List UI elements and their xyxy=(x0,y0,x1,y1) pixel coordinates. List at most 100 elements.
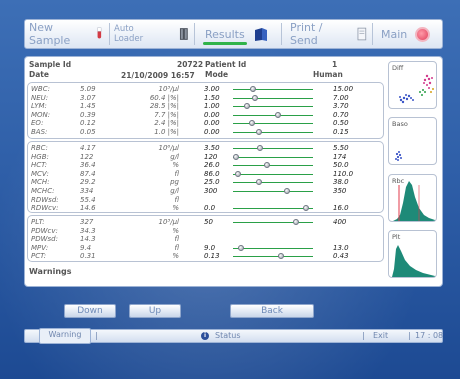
parameter-unit: 1.0 |%| xyxy=(154,128,179,136)
reference-high: 174 xyxy=(333,152,347,161)
date-value: 21/10/2009 16:57 xyxy=(121,71,195,80)
diff-scattergram-thumbnail[interactable]: Diff xyxy=(388,61,437,109)
reference-high: 0.70 xyxy=(333,110,349,119)
parameter-value: 3.07 xyxy=(80,93,96,102)
results-button[interactable]: Results xyxy=(195,20,281,48)
parameter-unit: fl xyxy=(174,243,179,252)
parameter-value: 87.4 xyxy=(80,169,96,178)
parameter-unit: 2.4 |%| xyxy=(154,119,179,128)
stop-icon xyxy=(415,26,431,42)
reference-low: 300 xyxy=(204,187,218,195)
main-label: Main xyxy=(381,27,408,41)
reference-low: 1.50 xyxy=(204,93,220,102)
clock: 17 : 08 xyxy=(415,331,444,340)
reference-low: 0.00 xyxy=(204,119,220,128)
slider-knob xyxy=(274,111,281,118)
reference-high: 0.43 xyxy=(333,252,349,261)
reference-high: 16.0 xyxy=(333,204,349,213)
parameter-unit: g/l xyxy=(170,187,179,195)
parameter-row: PCT: 0.31% 0.13 0.43 xyxy=(28,252,385,261)
wbc-parameter-group: WBC: 5.09 10³/µl 3.00 15.00 NEU: 3.07 60.4 |%| 1… xyxy=(27,82,384,139)
parameter-unit: 10³/µl xyxy=(158,85,179,93)
status-separator: | xyxy=(362,331,365,340)
print-send-label: Print / Send xyxy=(290,21,323,47)
down-button[interactable]: Down xyxy=(64,304,116,318)
print-send-button[interactable]: Print / Send xyxy=(282,20,372,48)
parameter-unit: 28.5 |%| xyxy=(149,102,179,111)
reference-range-slider xyxy=(233,162,313,169)
parameter-value: 0.05 xyxy=(80,128,96,136)
reference-low: 3.00 xyxy=(204,85,220,93)
warning-tab[interactable]: Warning xyxy=(39,328,91,344)
rbc-histogram-thumbnail[interactable]: Rbc xyxy=(388,174,437,222)
slider-knob xyxy=(252,94,259,101)
status-separator: | xyxy=(408,331,411,340)
reference-low: 0.0 xyxy=(204,204,216,213)
reference-low: 120 xyxy=(204,152,218,161)
parameter-name: RDWsd: xyxy=(31,195,59,204)
diff-thumbnail-label: Diff xyxy=(392,64,404,72)
exit-button[interactable]: Exit xyxy=(373,331,388,340)
test-tube-icon xyxy=(97,27,102,39)
auto-loader-label: Auto Loader xyxy=(114,24,144,44)
parameter-name: RDWcv: xyxy=(31,204,59,213)
results-book-icon xyxy=(254,28,267,41)
new-sample-button[interactable]: New Sample xyxy=(25,20,109,48)
slider-knob xyxy=(234,170,241,177)
parameter-value: 14.3 xyxy=(80,235,96,244)
reference-range-slider xyxy=(233,86,313,92)
reference-range-slider xyxy=(233,170,313,177)
reference-range-slider xyxy=(233,244,313,251)
reference-high: 400 xyxy=(333,218,347,226)
parameter-name: MON: xyxy=(31,110,51,119)
parameter-row: BAS: 0.05 1.0 |%| 0.00 0.15 xyxy=(28,128,385,137)
auto-loader-button[interactable]: Auto Loader xyxy=(110,20,194,48)
parameter-name: PCT: xyxy=(31,252,47,261)
reference-high: 0.50 xyxy=(333,119,349,128)
rack-icon xyxy=(180,28,189,40)
parameter-value: 1.45 xyxy=(80,102,96,111)
parameter-value: 34.3 xyxy=(80,226,96,235)
parameter-unit: % xyxy=(172,252,179,261)
reference-range-slider xyxy=(233,120,313,127)
parameter-unit: 10³/µl xyxy=(158,218,179,226)
parameter-value: 4.17 xyxy=(80,144,96,152)
plt-thumbnail-label: Plt xyxy=(392,233,401,241)
reference-high: 110.0 xyxy=(333,169,354,178)
slider-knob xyxy=(238,244,244,251)
back-button[interactable]: Back xyxy=(230,304,314,318)
reference-range-slider xyxy=(233,153,313,160)
parameter-name: EO: xyxy=(31,119,44,128)
parameter-value: 29.2 xyxy=(80,178,96,187)
top-toolbar: New Sample Auto Loader Results Print / S… xyxy=(24,19,443,49)
parameter-name: HCT: xyxy=(31,161,48,170)
parameter-value: 0.12 xyxy=(80,119,96,128)
new-sample-label: New Sample xyxy=(29,21,71,47)
warning-tab-label: Warning xyxy=(48,330,82,339)
parameter-value: 122 xyxy=(80,152,94,161)
baso-scattergram-thumbnail[interactable]: Baso xyxy=(388,117,437,165)
parameter-name: RBC: xyxy=(31,144,48,152)
reference-range-slider xyxy=(233,219,313,225)
parameter-name: MPV: xyxy=(31,243,49,252)
reference-low: 26.0 xyxy=(204,161,220,170)
parameter-unit: fl xyxy=(174,235,179,244)
patient-id-value: 1 xyxy=(332,60,338,69)
reference-high: 15.00 xyxy=(333,85,354,93)
parameter-unit: fl xyxy=(174,195,179,204)
up-button[interactable]: Up xyxy=(129,304,181,318)
reference-high: 38.0 xyxy=(333,178,349,187)
main-button[interactable]: Main xyxy=(373,20,441,48)
parameter-name: MCHC: xyxy=(31,187,55,195)
warnings-label: Warnings xyxy=(29,267,72,276)
parameter-name: PDWsd: xyxy=(31,235,58,244)
patient-id-label: Patient Id xyxy=(205,60,247,69)
parameter-value: 0.31 xyxy=(80,252,96,261)
baso-thumbnail-label: Baso xyxy=(392,120,408,128)
reference-low: 0.00 xyxy=(204,128,220,136)
plt-histogram-thumbnail[interactable]: Plt xyxy=(388,230,437,278)
slider-knob xyxy=(264,162,271,169)
reference-range-slider xyxy=(233,103,313,110)
parameter-unit: % xyxy=(172,204,179,213)
reference-range-slider xyxy=(233,205,313,212)
